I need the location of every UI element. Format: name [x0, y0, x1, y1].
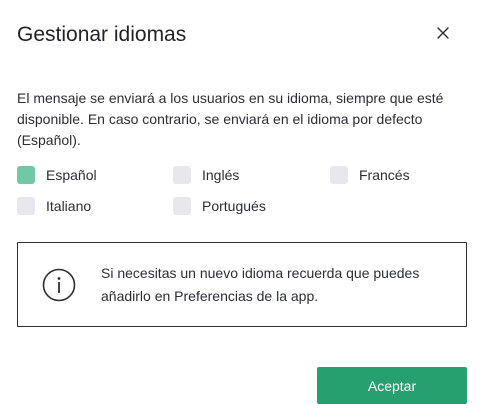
language-option-portugues[interactable]: Portugués	[173, 197, 266, 215]
info-text: Si necesitas un nuevo idioma recuerda qu…	[101, 265, 420, 304]
language-option-ingles[interactable]: Inglés	[173, 166, 239, 184]
language-option-frances[interactable]: Francés	[330, 166, 410, 184]
checkbox[interactable]	[173, 166, 191, 184]
language-label: Inglés	[202, 167, 240, 183]
language-option-espanol[interactable]: Español	[17, 166, 97, 184]
language-option-italiano[interactable]: Italiano	[17, 197, 91, 215]
language-label: Italiano	[46, 198, 92, 214]
manage-languages-dialog: Gestionar idiomas El mensaje se enviará …	[0, 0, 489, 419]
language-label: Portugués	[202, 198, 266, 214]
language-label: Francés	[359, 167, 410, 183]
info-notice: Si necesitas un nuevo idioma recuerda qu…	[17, 242, 467, 327]
dialog-description: El mensaje se enviará a los usuarios en …	[17, 90, 444, 148]
accept-button[interactable]: Aceptar	[317, 367, 467, 404]
close-icon	[437, 27, 449, 39]
close-button[interactable]	[433, 23, 453, 43]
checkbox[interactable]	[17, 166, 35, 184]
checkbox[interactable]	[173, 197, 191, 215]
info-icon	[42, 268, 76, 302]
language-label: Español	[46, 167, 97, 183]
checkbox[interactable]	[17, 197, 35, 215]
dialog-title: Gestionar idiomas	[17, 23, 187, 46]
checkbox[interactable]	[330, 166, 348, 184]
